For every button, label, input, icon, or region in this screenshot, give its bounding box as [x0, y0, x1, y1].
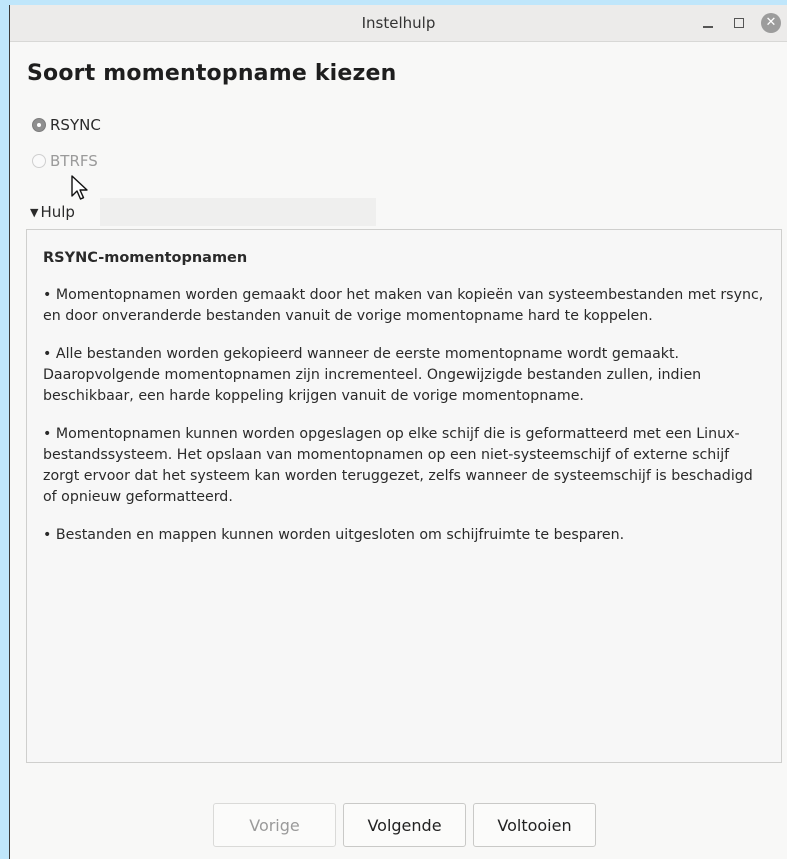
- next-button[interactable]: Volgende: [343, 803, 466, 847]
- window-title: Instelhulp: [361, 14, 436, 32]
- page-title: Soort momentopname kiezen: [27, 61, 397, 86]
- help-expander[interactable]: ▼ Hulp: [30, 203, 75, 221]
- radio-btrfs-label: BTRFS: [50, 152, 98, 170]
- titlebar: Instelhulp ✕: [10, 5, 787, 42]
- help-expander-label: Hulp: [40, 203, 75, 221]
- help-paragraph: • Momentopnamen kunnen worden opgeslagen…: [43, 426, 753, 505]
- help-text-panel: RSYNC-momentopnamen • Momentopnamen word…: [26, 229, 782, 763]
- radio-unchecked-icon[interactable]: [32, 154, 46, 168]
- close-button[interactable]: ✕: [760, 12, 782, 34]
- maximize-button[interactable]: [728, 12, 750, 34]
- setup-window: Instelhulp ✕ Soort momentopname kiezen R…: [9, 5, 787, 859]
- help-title: RSYNC-momentopnamen: [43, 250, 248, 266]
- radio-rsync[interactable]: RSYNC: [32, 116, 101, 134]
- close-icon: ✕: [761, 13, 781, 33]
- mouse-pointer-icon: [71, 175, 88, 200]
- expander-highlight: [100, 198, 376, 226]
- radio-rsync-label: RSYNC: [50, 116, 101, 134]
- minimize-icon: [703, 26, 713, 28]
- triangle-down-icon: ▼: [30, 205, 39, 219]
- finish-button[interactable]: Voltooien: [473, 803, 596, 847]
- help-paragraph: • Alle bestanden worden gekopieerd wanne…: [43, 346, 702, 404]
- help-paragraph: • Bestanden en mappen kunnen worden uitg…: [43, 527, 625, 543]
- previous-button[interactable]: Vorige: [213, 803, 336, 847]
- radio-checked-icon[interactable]: [32, 118, 46, 132]
- maximize-icon: [734, 18, 744, 28]
- radio-btrfs[interactable]: BTRFS: [32, 152, 98, 170]
- help-paragraph: • Momentopnamen worden gemaakt door het …: [43, 287, 764, 324]
- minimize-button[interactable]: [697, 12, 719, 34]
